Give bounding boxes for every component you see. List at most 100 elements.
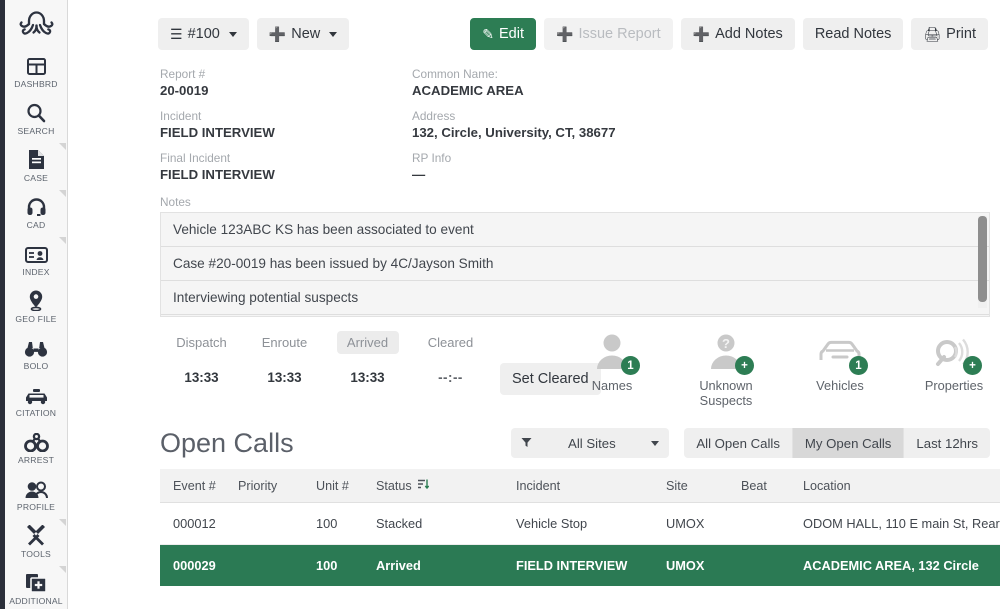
sidebar-item-search[interactable]: SEARCH	[5, 92, 67, 139]
column-header-site[interactable]: Site	[666, 470, 741, 502]
field-value: —	[412, 167, 426, 182]
entity-label: Names	[591, 378, 633, 393]
people-icon	[21, 473, 51, 499]
column-header-status[interactable]: Status	[376, 469, 516, 502]
sidebar-item-arrest[interactable]: ARREST	[5, 421, 67, 468]
sidebar-item-label: INDEX	[22, 267, 50, 277]
octopus-logo-icon[interactable]	[5, 2, 67, 45]
sidebar-item-profile[interactable]: PROFILE	[5, 468, 67, 515]
cell-status: Arrived	[376, 558, 421, 573]
toolbar-left-group: ☰ #100 ➕ New	[158, 18, 350, 50]
notes-scrollbar-thumb[interactable]	[978, 216, 987, 302]
sidebar-item-label: CITATION	[15, 408, 57, 418]
notes-scrollbar[interactable]	[978, 216, 987, 308]
print-button[interactable]: 🖨 Print	[911, 18, 988, 50]
entity-vehicles[interactable]: 1 Vehicles	[796, 331, 884, 408]
column-header-priority[interactable]: Priority	[238, 470, 316, 502]
plus-icon: ➕	[268, 26, 287, 42]
column-header-event[interactable]: Event #	[160, 470, 238, 502]
sidebar: DASHBRD SEARCH CASE CAD INDEX GEO FILE B…	[5, 0, 68, 609]
document-icon	[21, 144, 51, 170]
add-notes-label: Add Notes	[715, 26, 783, 42]
table-row[interactable]: 000012 100 Stacked Vehicle Stop UMOX ODO…	[160, 503, 1000, 545]
funnel-icon	[521, 436, 532, 451]
dashboard-grid-icon	[21, 50, 51, 76]
sidebar-item-label: DASHBRD	[14, 79, 58, 89]
add-notes-button[interactable]: ➕ Add Notes	[680, 18, 795, 50]
table-header-row: Event # Priority Unit # Status Incident …	[160, 469, 1000, 503]
sidebar-item-bolo[interactable]: BOLO	[5, 327, 67, 374]
sidebar-item-tools[interactable]: TOOLS	[5, 515, 67, 562]
cell-incident: Vehicle Stop	[516, 516, 588, 531]
sidebar-item-label: PROFILE	[16, 502, 56, 512]
entity-unknown-suspects[interactable]: ? + Unknown Suspects	[682, 331, 770, 408]
field-label: Incident	[160, 109, 202, 123]
read-notes-label: Read Notes	[814, 26, 892, 42]
entity-badge: 1	[849, 356, 868, 375]
segment-last-12hrs[interactable]: Last 12hrs	[904, 428, 990, 458]
status-cleared[interactable]: Cleared --:--	[409, 331, 492, 385]
sidebar-item-label: ADDITIONAL	[9, 596, 63, 606]
notes-list[interactable]: Vehicle 123ABC KS has been associated to…	[160, 212, 990, 317]
field-rp-info: RP Info —	[412, 151, 812, 183]
column-header-unit[interactable]: Unit #	[316, 470, 376, 502]
field-incident: Incident FIELD INTERVIEW	[160, 109, 412, 141]
entity-icon-wrap: ? +	[682, 331, 770, 375]
site-filter-dropdown[interactable]: All Sites	[511, 428, 670, 458]
toolbar-right-group: ✎ Edit ➕ Issue Report ➕ Add Notes Read N…	[470, 18, 988, 50]
magnifier-icon	[21, 97, 51, 123]
cell-incident: FIELD INTERVIEW	[516, 558, 628, 573]
edit-button[interactable]: ✎ Edit	[470, 18, 536, 50]
field-address: Address 132, Circle, University, CT, 386…	[412, 109, 812, 141]
cell-unit: 100	[316, 516, 338, 531]
unit-selector-button[interactable]: ☰ #100	[158, 18, 249, 50]
column-header-beat[interactable]: Beat	[741, 470, 803, 502]
status-dispatch[interactable]: Dispatch 13:33	[160, 331, 243, 385]
segment-all-open-calls[interactable]: All Open Calls	[684, 428, 793, 458]
sidebar-item-additional[interactable]: ADDITIONAL	[5, 562, 67, 609]
hamburger-icon: ☰	[170, 26, 183, 42]
entity-badge: 1	[621, 356, 640, 375]
entity-names[interactable]: 1 Names	[568, 331, 656, 408]
headset-icon	[21, 191, 51, 217]
cell-site: UMOX	[666, 516, 705, 531]
segment-my-open-calls[interactable]: My Open Calls	[792, 428, 905, 458]
sidebar-item-dashbrd[interactable]: DASHBRD	[5, 45, 67, 92]
sidebar-item-label: TOOLS	[21, 549, 51, 559]
note-item: Vehicle 123ABC KS has been associated to…	[161, 213, 989, 247]
field-final-incident: Final Incident FIELD INTERVIEW	[160, 151, 412, 183]
read-notes-button[interactable]: Read Notes	[802, 18, 904, 50]
status-time: 13:33	[350, 370, 385, 385]
table-row[interactable]: 000029 100 Arrived FIELD INTERVIEW UMOX …	[160, 545, 1000, 586]
status-arrived[interactable]: Arrived 13:33	[326, 331, 409, 385]
open-calls-segmented-control: All Open Calls My Open Calls Last 12hrs	[684, 428, 990, 458]
sidebar-item-cad[interactable]: CAD	[5, 186, 67, 233]
sidebar-item-index[interactable]: INDEX	[5, 233, 67, 280]
cell-site: UMOX	[666, 558, 705, 573]
new-button[interactable]: ➕ New	[256, 18, 350, 50]
status-label: Dispatch	[176, 335, 227, 350]
police-car-icon	[21, 379, 51, 405]
notes-section: Notes Vehicle 123ABC KS has been associa…	[160, 195, 990, 317]
details-column-right: Common Name: ACADEMIC AREA Address 132, …	[412, 67, 812, 193]
cell-beat	[741, 511, 803, 537]
note-item: Case #20-0019 has been issued by 4C/Jays…	[161, 247, 989, 281]
status-enroute[interactable]: Enroute 13:33	[243, 331, 326, 385]
print-button-label: Print	[946, 26, 976, 42]
field-label: RP Info	[412, 151, 452, 165]
sidebar-item-label: ARREST	[17, 455, 55, 465]
details-column-left: Report # 20-0019 Incident FIELD INTERVIE…	[160, 67, 412, 193]
entity-properties[interactable]: + Properties	[910, 331, 998, 408]
issue-report-button[interactable]: ➕ Issue Report	[544, 18, 673, 50]
column-header-location[interactable]: Location	[803, 470, 1000, 502]
sidebar-item-case[interactable]: CASE	[5, 139, 67, 186]
entity-label: Vehicles	[816, 378, 864, 393]
sidebar-item-label: BOLO	[23, 361, 49, 371]
main-content: ☰ #100 ➕ New ✎ Edit ➕ Issue Report ➕ Add…	[68, 0, 1000, 609]
column-header-incident[interactable]: Incident	[516, 470, 666, 502]
submenu-arrow-icon	[58, 566, 66, 573]
entity-badge: +	[963, 356, 982, 375]
sidebar-item-citation[interactable]: CITATION	[5, 374, 67, 421]
sidebar-item-geo-file[interactable]: GEO FILE	[5, 280, 67, 327]
field-label: Address	[412, 109, 456, 123]
